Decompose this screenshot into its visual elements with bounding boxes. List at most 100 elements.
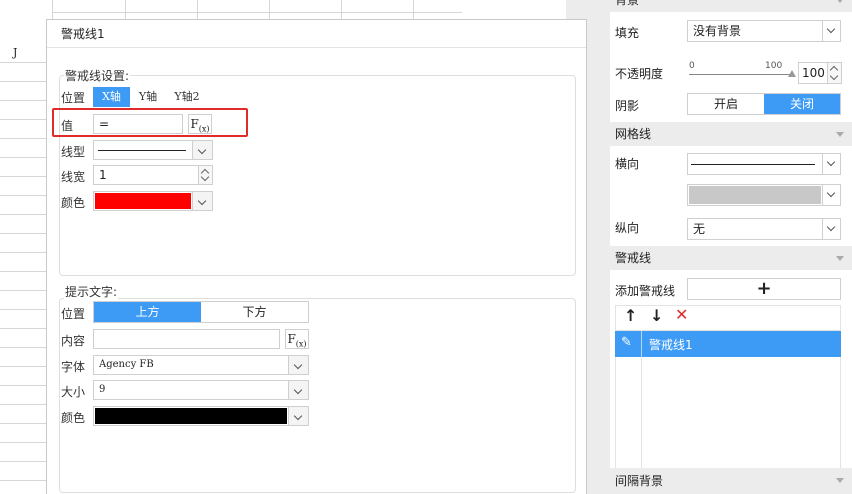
grid-line [0, 214, 46, 215]
shadow-on[interactable]: 开启 [688, 94, 764, 114]
grid-line [0, 233, 46, 234]
arrow-down-icon[interactable]: ↓ [650, 306, 663, 325]
content-input[interactable] [93, 329, 280, 349]
triangle-down-icon [836, 478, 844, 483]
content-formula-button[interactable]: F(x) [285, 329, 309, 349]
line-color-swatch [95, 193, 191, 209]
vertical-line-select[interactable]: 无 [687, 218, 841, 240]
line-color-label: 颜色 [61, 196, 86, 210]
warning-item-label: 警戒线1 [649, 338, 693, 352]
tab-y-axis-2[interactable]: Y轴2 [166, 87, 208, 107]
line-type-preview [98, 150, 186, 151]
shadow-label: 阴影 [615, 99, 640, 113]
column-header-j: J [13, 46, 18, 59]
hint-position-label: 位置 [61, 307, 86, 321]
value-row-highlight [52, 108, 248, 137]
section-interval-label: 间隔背景 [615, 474, 664, 488]
chart-properties-panel: 背景 填充 没有背景 不透明度 0 100 100 阴影 开启 关闭 网格线 横… [610, 0, 852, 494]
grid-line [0, 423, 46, 424]
chevron-down-icon[interactable] [289, 355, 309, 375]
grid-line [269, 0, 270, 20]
hint-color-swatch [95, 408, 287, 424]
size-select[interactable]: 9 [93, 380, 289, 400]
grid-line [0, 195, 46, 196]
hint-position-above[interactable]: 上方 [94, 302, 201, 322]
grid-line [0, 176, 46, 177]
grid-line [0, 461, 46, 462]
warning-list-item[interactable]: ✎ 警戒线1 [615, 331, 841, 357]
section-warning-label: 警戒线 [615, 251, 652, 265]
add-warning-button[interactable]: + [687, 278, 841, 300]
edit-pencil-icon[interactable]: ✎ [621, 335, 632, 350]
content-label: 内容 [61, 334, 86, 348]
line-width-label: 线宽 [61, 170, 86, 184]
horizontal-line-select[interactable] [687, 153, 841, 175]
axis-tabs: X轴 Y轴 Y轴2 [93, 87, 208, 107]
line-width-input[interactable]: 1 [93, 165, 199, 185]
hint-text-title: 提示文字: [64, 283, 119, 300]
grid-line [413, 0, 414, 20]
fill-value: 没有背景 [693, 24, 742, 38]
opacity-input[interactable]: 100 [798, 62, 828, 84]
hint-position-toggle: 上方 下方 [93, 301, 309, 323]
add-warning-label: 添加警戒线 [615, 284, 676, 298]
section-warning-lines[interactable]: 警戒线 [610, 246, 852, 270]
hint-color-picker[interactable] [93, 406, 289, 426]
hint-position-below[interactable]: 下方 [201, 302, 308, 322]
chevron-down-icon [822, 219, 840, 239]
grid-line [0, 62, 46, 63]
section-grid-lines[interactable]: 网格线 [610, 122, 852, 146]
delete-icon[interactable]: ✕ [675, 305, 688, 324]
grid-line [0, 119, 46, 120]
grid-line [52, 12, 462, 13]
shadow-toggle: 开启 关闭 [687, 93, 841, 115]
grid-line [0, 442, 46, 443]
arrow-up-icon[interactable]: ↑ [624, 306, 637, 325]
grid-line [197, 0, 198, 20]
font-label: 字体 [61, 360, 86, 374]
warning-line-dialog: 警戒线1 警戒线设置: 位置 X轴 Y轴 Y轴2 值 = F(x) 线型 线宽 … [46, 19, 587, 494]
chevron-down-icon[interactable] [193, 191, 213, 211]
grid-color-select[interactable] [687, 184, 841, 206]
grid-line [0, 252, 46, 253]
triangle-down-icon [836, 132, 844, 137]
grid-line [0, 81, 46, 82]
grid-line [0, 347, 46, 348]
grid-line [0, 328, 46, 329]
grid-line [0, 100, 46, 101]
grid-line [0, 271, 46, 272]
dialog-title: 警戒线1 [47, 20, 586, 48]
shadow-off[interactable]: 关闭 [764, 94, 840, 114]
opacity-slider-thumb[interactable] [788, 70, 796, 77]
tab-x-axis[interactable]: X轴 [93, 87, 130, 107]
line-type-preview [691, 164, 815, 165]
triangle-down-icon [836, 256, 844, 261]
triangle-down-icon [836, 0, 844, 3]
opacity-slider-track[interactable] [689, 74, 793, 75]
vertical-label: 纵向 [615, 221, 640, 235]
chevron-down-icon[interactable] [193, 140, 213, 160]
chevron-down-icon[interactable] [829, 71, 839, 81]
grid-line [0, 404, 46, 405]
grid-line [125, 0, 126, 20]
tab-y-axis[interactable]: Y轴 [130, 87, 166, 107]
grid-line [0, 290, 46, 291]
font-select[interactable]: Agency FB [93, 355, 289, 375]
chevron-down-icon [822, 21, 840, 41]
section-background[interactable]: 背景 [610, 0, 852, 12]
opacity-label: 不透明度 [615, 67, 664, 81]
line-type-select[interactable] [93, 140, 193, 160]
chevron-down-icon[interactable] [289, 380, 309, 400]
line-color-picker[interactable] [93, 191, 193, 211]
section-interval-background[interactable]: 间隔背景 [610, 468, 852, 494]
chevron-down-icon[interactable] [289, 406, 309, 426]
position-label: 位置 [61, 91, 86, 105]
fill-select[interactable]: 没有背景 [687, 20, 841, 42]
grid-line [52, 0, 53, 20]
opacity-stepper[interactable] [828, 62, 842, 84]
chevron-down-icon [822, 185, 840, 205]
grid-line [0, 366, 46, 367]
chevron-down-icon [822, 154, 840, 174]
size-label: 大小 [61, 385, 86, 399]
line-width-stepper[interactable] [199, 165, 213, 185]
